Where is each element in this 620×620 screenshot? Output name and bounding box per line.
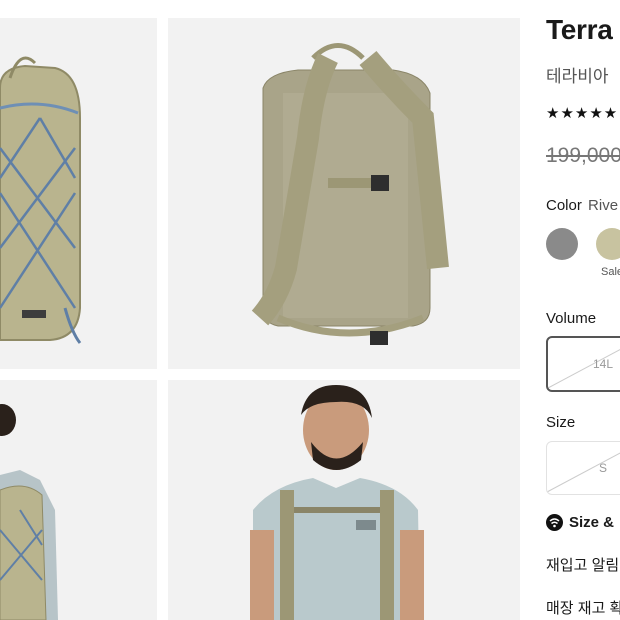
product-image-worn-side[interactable]	[0, 380, 157, 620]
restock-alert-button[interactable]: 재입고 알림	[546, 554, 619, 575]
backpack-back-illustration	[251, 43, 449, 345]
volume-label: Volume	[546, 310, 597, 327]
model-front-illustration	[250, 385, 424, 620]
store-stock-button[interactable]: 매장 재고 확	[546, 597, 620, 618]
size-option-s[interactable]: S	[546, 441, 620, 495]
product-title: Terra	[546, 14, 613, 45]
product-image-front[interactable]	[0, 18, 157, 369]
color-label-text: Color	[546, 197, 582, 214]
size-guide-icon	[546, 514, 563, 531]
volume-option-label: 14L	[593, 357, 614, 371]
volume-option-14l[interactable]: 14L	[546, 336, 620, 392]
size-option-label: S	[599, 461, 608, 475]
product-image-worn-front[interactable]	[168, 380, 520, 620]
product-image-back[interactable]	[168, 18, 520, 369]
model-side-illustration	[0, 404, 58, 620]
rating-stars[interactable]: ★★★★★	[546, 104, 618, 122]
color-swatch-gray[interactable]	[546, 228, 578, 260]
size-label: Size	[546, 414, 576, 431]
sale-tag: Sale	[601, 266, 620, 278]
color-selected-value: Rive	[588, 197, 619, 214]
color-swatch-khaki[interactable]	[596, 228, 620, 260]
size-guide-link[interactable]: Size &	[546, 514, 614, 531]
original-price: 199,000	[546, 144, 620, 167]
unavailable-slash-icon	[547, 452, 620, 493]
size-guide-label: Size &	[569, 514, 615, 531]
backpack-front-illustration	[0, 56, 82, 344]
color-label: Color Rive	[546, 197, 618, 214]
product-subtitle: 테라비아	[546, 67, 609, 86]
